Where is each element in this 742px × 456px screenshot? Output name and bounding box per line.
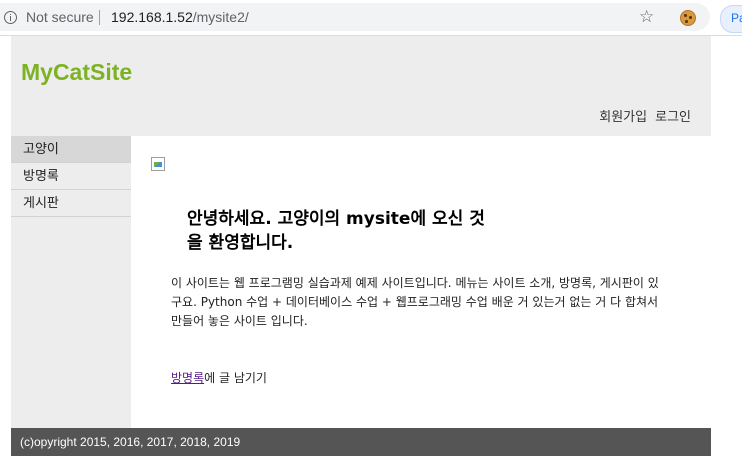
url-text[interactable]: 192.168.1.52/mysite2/ [111,9,249,25]
sidebar-item-guestbook[interactable]: 방명록 [11,163,131,190]
guestbook-link[interactable]: 방명록 [171,371,204,385]
address-separator [99,10,100,25]
site-footer: (c)opyright 2015, 2016, 2017, 2018, 2019 [11,428,711,456]
site-logo[interactable]: MyCatSite [21,59,132,86]
bookmark-star-icon[interactable]: ☆ [639,7,654,27]
guestbook-suffix: 에 글 남기기 [204,371,267,385]
join-link[interactable]: 회원가입 [599,110,647,125]
security-indicator[interactable]: Not secure [26,9,94,25]
site-header: MyCatSite 회원가입 로그인 [11,36,711,136]
guestbook-prompt: 방명록에 글 남기기 [171,369,267,386]
address-bar[interactable]: Not secure 192.168.1.52/mysite2/ ☆ [0,3,710,31]
browser-toolbar: Not secure 192.168.1.52/mysite2/ ☆ Pa [0,0,742,36]
login-link[interactable]: 로그인 [655,110,691,125]
url-host: 192.168.1.52 [111,9,193,25]
cookie-extension-icon[interactable] [680,10,696,26]
main-content: 안녕하세요. 고양이의 mysite에 오신 것을 환영합니다. 이 사이트는 … [131,136,711,428]
sidebar-item-cat[interactable]: 고양이 [11,136,131,163]
profile-button[interactable]: Pa [720,5,742,33]
welcome-heading: 안녕하세요. 고양이의 mysite에 오신 것을 환영합니다. [187,209,485,253]
top-nav: 회원가입 로그인 [591,106,691,125]
sidebar: 고양이 방명록 게시판 [11,136,131,428]
site-description: 이 사이트는 웹 프로그램밍 실습과제 예제 사이트입니다. 메뉴는 사이트 소… [171,276,659,328]
url-path: /mysite2/ [192,9,249,25]
sidebar-item-board[interactable]: 게시판 [11,190,131,217]
broken-image-icon [151,157,165,171]
info-icon[interactable] [4,11,17,24]
profile-label: Pa [731,11,742,25]
